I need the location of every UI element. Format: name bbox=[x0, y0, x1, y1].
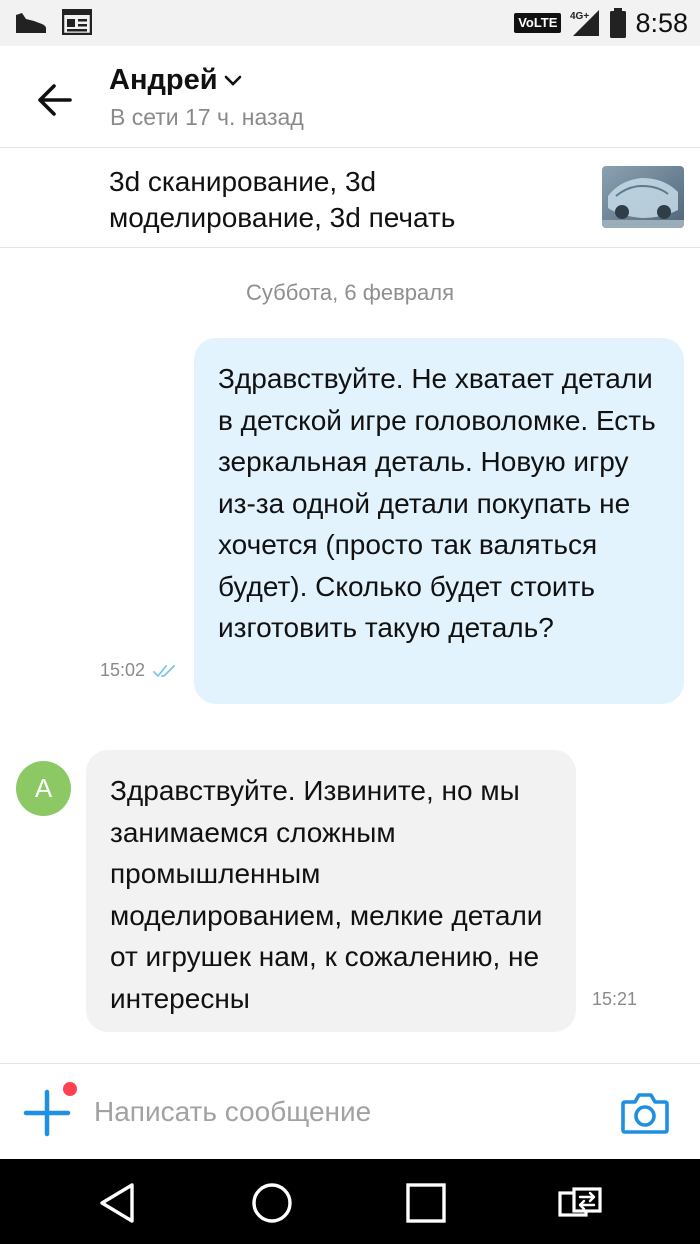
online-status: В сети 17 ч. назад bbox=[110, 104, 304, 130]
message-time: 15:02 bbox=[100, 660, 146, 680]
nav-switch-icon[interactable] bbox=[556, 1179, 604, 1227]
avatar[interactable]: А bbox=[16, 761, 71, 816]
listing-title: 3d сканирование, 3d моделирование, 3d пе… bbox=[109, 166, 456, 233]
notification-dot bbox=[63, 1082, 77, 1096]
status-bar: VoLTE 4G+ 8:58 bbox=[0, 0, 700, 46]
message-composer bbox=[0, 1063, 700, 1159]
nav-recents-icon[interactable] bbox=[402, 1179, 450, 1227]
sneaker-icon bbox=[16, 13, 47, 33]
date-separator: Суббота, 6 февраля bbox=[246, 280, 454, 305]
message-text: Здравствуйте. Не хватает детали в детско… bbox=[218, 363, 656, 643]
status-left-icons bbox=[14, 9, 92, 35]
outgoing-message-bubble[interactable]: Здравствуйте. Не хватает детали в детско… bbox=[194, 338, 684, 704]
nav-back-icon[interactable] bbox=[94, 1179, 142, 1227]
double-check-icon bbox=[153, 664, 175, 677]
arrow-left-icon[interactable] bbox=[34, 80, 74, 120]
listing-thumbnail[interactable] bbox=[602, 166, 684, 228]
battery-icon bbox=[610, 8, 627, 38]
chevron-down-icon bbox=[224, 75, 241, 86]
message-text: Здравствуйте. Извините, но мы занимаемся… bbox=[110, 775, 543, 1014]
message-input[interactable] bbox=[94, 1092, 574, 1132]
clock: 8:58 bbox=[635, 8, 688, 38]
signal-4g-icon: 4G+ bbox=[570, 10, 600, 36]
contact-name-dropdown[interactable]: Андрей bbox=[109, 64, 242, 97]
system-nav-bar bbox=[0, 1159, 700, 1244]
nav-home-icon[interactable] bbox=[248, 1179, 296, 1227]
status-right: VoLTE 4G+ 8:58 bbox=[514, 6, 688, 40]
incoming-message-bubble[interactable]: Здравствуйте. Извините, но мы занимаемся… bbox=[86, 750, 576, 1032]
chat-header: Андрей В сети 17 ч. назад bbox=[0, 46, 700, 148]
listing-card[interactable]: 3d сканирование, 3d моделирование, 3d пе… bbox=[0, 148, 700, 248]
volte-badge: VoLTE bbox=[514, 13, 562, 33]
plus-icon[interactable] bbox=[22, 1088, 72, 1138]
svg-text:4G+: 4G+ bbox=[570, 11, 589, 22]
message-time: 15:21 bbox=[592, 989, 638, 1009]
camera-icon[interactable] bbox=[620, 1090, 670, 1136]
news-icon bbox=[62, 9, 92, 35]
contact-name: Андрей bbox=[109, 64, 218, 96]
outgoing-message-meta: 15:02 bbox=[100, 660, 179, 681]
